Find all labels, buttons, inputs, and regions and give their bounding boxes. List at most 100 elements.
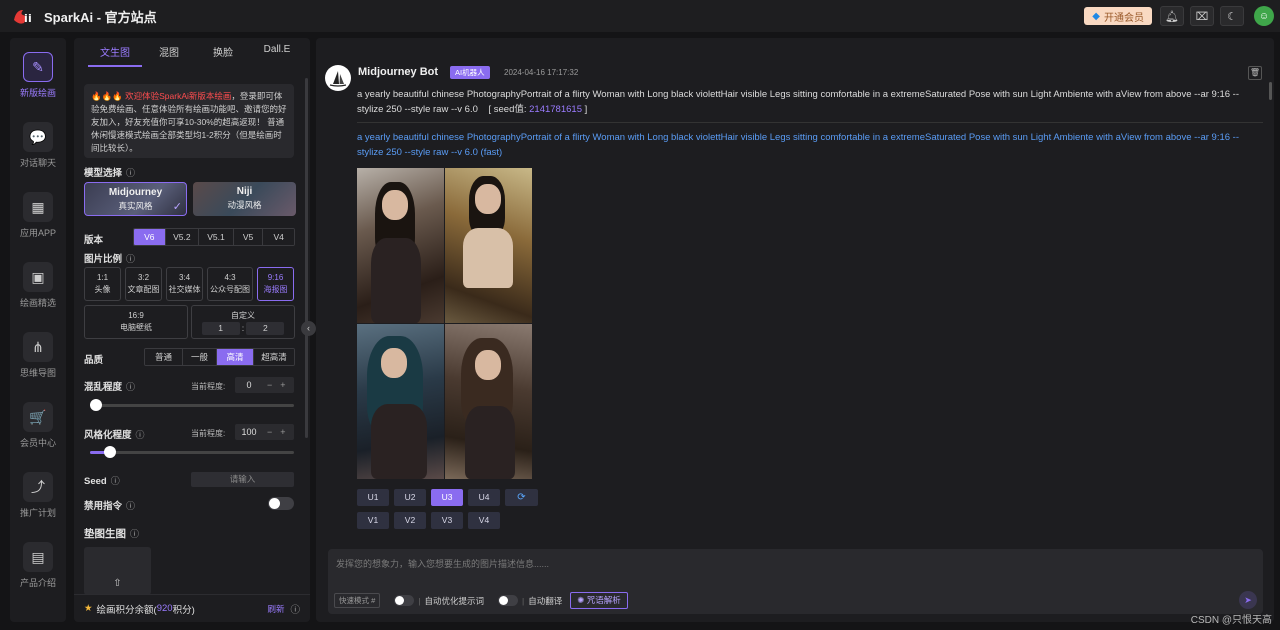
generated-image[interactable] xyxy=(357,168,444,323)
help-icon[interactable]: ⓘ xyxy=(130,529,139,539)
collapse-panel-button[interactable]: ‹ xyxy=(301,321,316,336)
minus-icon[interactable]: − xyxy=(263,427,276,437)
auto-optimize-toggle[interactable] xyxy=(394,595,415,606)
bell-icon[interactable]: 🔔︎ xyxy=(1160,6,1184,26)
chaos-slider-thumb[interactable] xyxy=(90,399,102,411)
upscale-button[interactable]: U4 xyxy=(468,489,500,506)
ratio-option[interactable]: 9:16 海报图 xyxy=(257,267,294,301)
vip-button[interactable]: ◆ 开通会员 xyxy=(1084,7,1152,25)
quality-option[interactable]: 一般 xyxy=(182,349,216,365)
tab-text-to-image[interactable]: 文生图 xyxy=(88,44,142,67)
midjourney-sail-icon xyxy=(329,71,347,87)
stylize-slider-thumb[interactable] xyxy=(104,446,117,458)
quality-option[interactable]: 超高清 xyxy=(253,349,294,365)
credits-footer: ★ 绘画积分余额(920 积分) 刷新 ⓘ xyxy=(74,594,310,622)
figure-face xyxy=(381,348,407,378)
generated-image-grid[interactable] xyxy=(357,168,532,479)
upscale-button[interactable]: U3 xyxy=(431,489,463,506)
refresh-button[interactable]: 刷新 xyxy=(267,603,284,615)
version-option[interactable]: V6 xyxy=(134,229,165,245)
separator: | xyxy=(522,595,525,606)
model-label: 模型选择 ⓘ xyxy=(84,165,135,179)
help-icon[interactable]: ⓘ xyxy=(290,602,300,616)
app-title: SparkAi - 官方站点 xyxy=(44,9,157,25)
top-bar: i i SparkAi - 官方站点 ◆ 开通会员 🔔︎ ⌧ ☾ ☺ xyxy=(0,0,1280,32)
prompt-input[interactable]: 发挥您的想象力，输入您想要生成的图片描述信息...... xyxy=(336,557,549,570)
custom-width-input[interactable]: 1 xyxy=(201,322,240,335)
model-midjourney[interactable]: Midjourney 真实风格 ✓ xyxy=(84,182,187,216)
help-icon[interactable]: ⓘ xyxy=(136,430,145,440)
help-icon[interactable]: ⓘ xyxy=(126,382,135,392)
figure-face xyxy=(382,190,408,220)
notice-box: 🔥🔥🔥 欢迎体验SparkAi新版本绘画，登录即可体验免费绘画、任意体验所有绘画… xyxy=(84,84,294,158)
version-option[interactable]: V5 xyxy=(232,229,263,245)
gift-icon[interactable]: ⌧ xyxy=(1190,6,1214,26)
auto-translate-toggle[interactable] xyxy=(498,595,518,606)
logo[interactable]: i i SparkAi - 官方站点 xyxy=(12,6,157,26)
chaos-stepper[interactable]: 0 − + xyxy=(235,377,294,393)
seed-value[interactable]: 2141781615 xyxy=(529,104,582,115)
tab-blend[interactable]: 混图 xyxy=(142,44,196,67)
plus-icon[interactable]: + xyxy=(276,380,289,390)
moon-icon[interactable]: ☾ xyxy=(1220,6,1244,26)
reroll-icon[interactable]: ⟳ xyxy=(505,489,538,506)
nav-item-product[interactable]: ▤ 产品介绍 xyxy=(10,542,66,589)
seed-input[interactable]: 请输入 xyxy=(191,472,294,487)
help-icon[interactable]: ⓘ xyxy=(126,501,135,511)
variation-button[interactable]: V1 xyxy=(357,512,389,529)
ratio-option[interactable]: 3:2 文章配图 xyxy=(125,267,162,301)
avatar[interactable]: ☺ xyxy=(1254,6,1274,26)
minus-icon[interactable]: − xyxy=(263,380,276,390)
nav-item-chat[interactable]: 💬 对话聊天 xyxy=(10,122,66,169)
plus-icon[interactable]: + xyxy=(276,427,289,437)
generated-image[interactable] xyxy=(357,324,444,479)
nav-item-mindmap[interactable]: ⋔ 思维导图 xyxy=(10,332,66,379)
quick-mode-tag[interactable]: 快速模式 # xyxy=(334,593,381,608)
nav-item-apps[interactable]: ▦ 应用APP xyxy=(10,192,66,239)
nav-item-gallery[interactable]: ▣ 绘画精选 xyxy=(10,262,66,309)
chaos-slider[interactable] xyxy=(90,399,294,411)
send-icon[interactable]: ➤ xyxy=(1239,591,1257,609)
variation-button[interactable]: V2 xyxy=(394,512,426,529)
quality-option[interactable]: 高清 xyxy=(216,349,253,365)
generated-image[interactable] xyxy=(445,168,532,323)
stylize-label: 风格化程度 ⓘ xyxy=(84,427,145,441)
version-option[interactable]: V5.1 xyxy=(198,229,233,245)
ratio-option[interactable]: 4:3 公众号配图 xyxy=(207,267,253,301)
help-icon[interactable]: ⓘ xyxy=(111,476,120,486)
ratio-desc: 公众号配图 xyxy=(210,285,250,294)
nav-item-promotion[interactable]: ⤴ 推广计划 xyxy=(10,472,66,519)
model-niji[interactable]: Niji 动漫风格 xyxy=(193,182,296,216)
help-icon[interactable]: ⓘ xyxy=(126,168,135,178)
trash-icon[interactable]: 🗑︎ xyxy=(1248,66,1262,80)
help-icon[interactable]: ⓘ xyxy=(126,254,135,264)
upload-area[interactable]: ⇧ xyxy=(84,547,151,595)
chat-scrollbar[interactable] xyxy=(1269,82,1272,100)
nav-label: 应用APP xyxy=(19,228,56,238)
tab-dalle[interactable]: Dall.E xyxy=(250,44,304,67)
ratio-option[interactable]: 1:1 头像 xyxy=(84,267,121,301)
variation-button[interactable]: V3 xyxy=(431,512,463,529)
nav-item-new-drawing[interactable]: ✎ 新版绘画 xyxy=(10,52,66,99)
version-option[interactable]: V4 xyxy=(262,229,294,245)
generated-image[interactable] xyxy=(445,324,532,479)
stylize-stepper[interactable]: 100 − + xyxy=(235,424,294,440)
version-option[interactable]: V5.2 xyxy=(164,229,199,245)
spell-explain-button[interactable]: ✺ 咒语解析 xyxy=(570,592,628,609)
upscale-button[interactable]: U1 xyxy=(357,489,389,506)
variation-button[interactable]: V4 xyxy=(468,512,500,529)
quality-option[interactable]: 普通 xyxy=(145,349,182,365)
upscale-button[interactable]: U2 xyxy=(394,489,426,506)
ratio-option-wide[interactable]: 16:9 电脑壁纸 xyxy=(84,305,188,339)
panel-scrollbar[interactable] xyxy=(305,78,308,438)
nav-item-membership[interactable]: 🛒 会员中心 xyxy=(10,402,66,449)
model-name: Midjourney xyxy=(108,187,163,198)
stylize-slider[interactable] xyxy=(90,446,294,458)
tab-face-swap[interactable]: 换脸 xyxy=(196,44,250,67)
custom-height-input[interactable]: 2 xyxy=(246,322,285,335)
fire-icon: 🔥🔥🔥 xyxy=(91,91,123,101)
forbid-toggle[interactable] xyxy=(268,497,294,510)
image-icon: ▣ xyxy=(23,262,53,292)
ratio-option[interactable]: 3:4 社交媒体 xyxy=(166,267,203,301)
divider xyxy=(357,122,1263,123)
